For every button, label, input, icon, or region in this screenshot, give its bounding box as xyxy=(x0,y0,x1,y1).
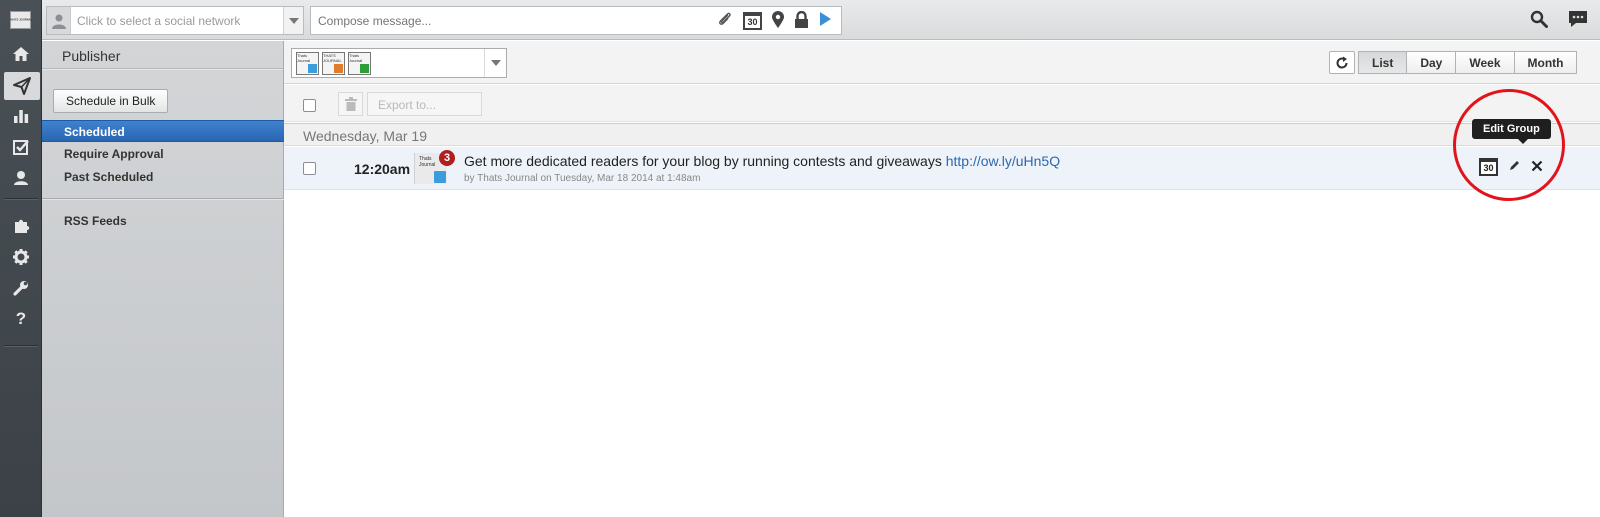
compose-input[interactable] xyxy=(311,7,717,34)
puzzle-icon[interactable] xyxy=(0,212,42,240)
network-icon xyxy=(360,64,369,73)
profile-count-badge: 3 xyxy=(439,150,455,166)
select-all-checkbox[interactable] xyxy=(303,99,316,112)
view-day-button[interactable]: Day xyxy=(1406,51,1457,74)
send-arrow-icon[interactable] xyxy=(819,12,831,29)
help-icon[interactable]: ? xyxy=(0,305,42,333)
checkbox-icon[interactable] xyxy=(0,133,42,161)
view-week-button[interactable]: Week xyxy=(1455,51,1515,74)
publisher-sidebar: Publisher Schedule in Bulk Scheduled Req… xyxy=(42,41,284,517)
view-toolbar: Thats Journal THATS JOURNAL Thats Journa… xyxy=(284,41,1600,84)
lock-icon[interactable] xyxy=(794,10,809,31)
social-network-placeholder: Click to select a social network xyxy=(77,13,241,28)
person-icon[interactable] xyxy=(0,164,42,192)
schedule-in-bulk-button[interactable]: Schedule in Bulk xyxy=(53,89,169,113)
sidebar-item-rss-feeds[interactable]: RSS Feeds xyxy=(42,210,284,232)
nav-rail: THATS JOURNAL ? xyxy=(0,0,42,517)
message-text: Get more dedicated readers for your blog… xyxy=(464,153,1061,169)
edit-group-tooltip: Edit Group xyxy=(1472,119,1551,144)
export-to-button[interactable]: Export to... xyxy=(367,92,482,116)
send-icon[interactable] xyxy=(4,72,40,100)
view-switcher: List Day Week Month xyxy=(1358,51,1578,74)
brand-logo[interactable]: THATS JOURNAL xyxy=(9,11,32,29)
compose-tools: 30 xyxy=(717,10,841,31)
search-icon[interactable] xyxy=(1530,10,1548,31)
profile-avatar[interactable]: Thats Journal xyxy=(296,52,319,75)
sidebar-item-scheduled[interactable]: Scheduled xyxy=(42,120,284,142)
chevron-down-icon[interactable] xyxy=(283,7,303,34)
scheduled-time: 12:20am xyxy=(354,161,411,177)
close-icon[interactable] xyxy=(1531,160,1543,175)
rail-divider xyxy=(4,198,38,199)
app-root: THATS JOURNAL ? Click to select a social… xyxy=(0,0,1600,517)
row-actions: 30 xyxy=(1479,158,1543,176)
user-placeholder-icon xyxy=(47,7,71,34)
refresh-icon xyxy=(1336,56,1348,69)
profile-avatar[interactable]: Thats Journal xyxy=(348,52,371,75)
chevron-down-icon[interactable] xyxy=(484,49,506,77)
calendar-icon[interactable]: 30 xyxy=(743,11,762,30)
top-right-tools xyxy=(1530,10,1588,31)
view-month-button[interactable]: Month xyxy=(1513,51,1578,74)
sidebar-title: Publisher xyxy=(42,41,283,69)
refresh-button[interactable] xyxy=(1329,51,1355,74)
chat-icon[interactable] xyxy=(1568,10,1588,31)
message-link[interactable]: http://ow.ly/uHn5Q xyxy=(946,153,1060,169)
sidebar-divider xyxy=(42,198,284,199)
delete-button[interactable] xyxy=(338,92,363,116)
row-checkbox[interactable] xyxy=(303,162,316,175)
twitter-icon xyxy=(308,64,317,73)
profile-avatar[interactable]: THATS JOURNAL xyxy=(322,52,345,75)
feed-icon xyxy=(334,64,343,73)
message-meta: by Thats Journal on Tuesday, Mar 18 2014… xyxy=(464,173,701,184)
profile-picker[interactable]: Thats Journal THATS JOURNAL Thats Journa… xyxy=(291,48,507,78)
bar-chart-icon[interactable] xyxy=(0,102,42,130)
compose-box: 30 xyxy=(310,6,842,35)
view-list-button[interactable]: List xyxy=(1358,51,1408,74)
twitter-icon xyxy=(434,171,446,183)
sidebar-item-require-approval[interactable]: Require Approval xyxy=(42,143,284,165)
location-pin-icon[interactable] xyxy=(772,10,784,31)
social-network-select[interactable]: Click to select a social network xyxy=(46,6,304,35)
top-bar: Click to select a social network 30 xyxy=(42,0,1600,40)
trash-icon xyxy=(344,97,357,111)
gear-icon[interactable] xyxy=(0,243,42,271)
wrench-icon[interactable] xyxy=(0,274,42,302)
bulk-action-bar: Export to... xyxy=(284,85,1600,122)
sidebar-item-past-scheduled[interactable]: Past Scheduled xyxy=(42,166,284,188)
rail-divider-bottom xyxy=(4,345,38,346)
home-icon[interactable] xyxy=(0,40,42,68)
edit-pencil-icon[interactable] xyxy=(1508,159,1521,175)
table-row[interactable]: 12:20am Thats Journal 3 Get more dedicat… xyxy=(284,147,1600,190)
date-header: Wednesday, Mar 19 xyxy=(284,123,1600,146)
main-panel: Thats Journal THATS JOURNAL Thats Journa… xyxy=(284,41,1600,517)
paperclip-icon[interactable] xyxy=(717,11,733,30)
reschedule-calendar-icon[interactable]: 30 xyxy=(1479,158,1498,176)
